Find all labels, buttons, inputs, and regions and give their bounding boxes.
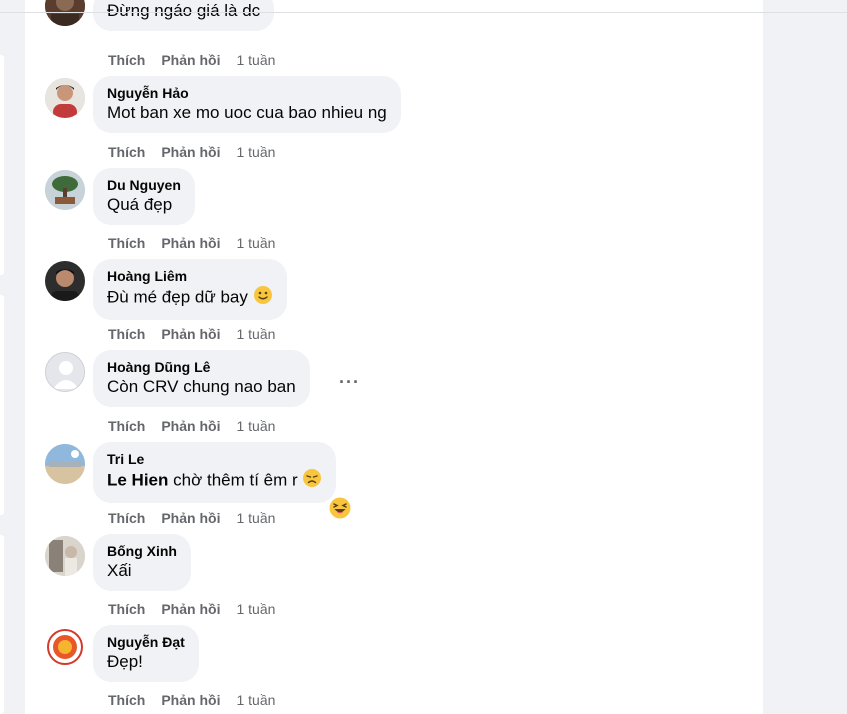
comment-text: Đừng ngáo giá là dc: [107, 1, 261, 20]
comment-text: Đù mé đẹp dữ bay: [107, 285, 273, 311]
comment-actions: Thích Phản hồi 1 tuần: [108, 417, 275, 435]
comment-bubble: Hoàng Dũng Lê Còn CRV chung nao ban: [93, 350, 310, 407]
like-button[interactable]: Thích: [108, 601, 145, 617]
like-button[interactable]: Thích: [108, 326, 145, 342]
disappointed-emoji-icon: [302, 468, 322, 494]
comment-bubble: Nguyễn Đạt Đẹp!: [93, 625, 199, 682]
smile-emoji-icon: [253, 285, 273, 311]
avatar[interactable]: [45, 170, 85, 210]
timestamp[interactable]: 1 tuần: [236, 326, 275, 342]
avatar[interactable]: [45, 536, 85, 576]
timestamp[interactable]: 1 tuần: [236, 235, 275, 251]
avatar[interactable]: [45, 444, 85, 484]
comment-actions: Thích Phản hồi 1 tuần: [108, 509, 275, 527]
avatar[interactable]: [45, 261, 85, 301]
avatar[interactable]: [45, 78, 85, 118]
commenter-name[interactable]: Hoàng Liêm: [107, 267, 273, 285]
comment-actions: Thích Phản hồi 1 tuần: [108, 600, 275, 618]
comments-panel: Đừng ngáo giá là dc Thích Phản hồi 1 tuần …: [25, 0, 763, 714]
timestamp[interactable]: 1 tuần: [236, 52, 275, 68]
comment-text: Xấi: [107, 561, 132, 580]
comment-text: Quá đẹp: [107, 195, 173, 214]
comment-actions: Thích Phản hồi 1 tuần: [108, 325, 275, 343]
commenter-name[interactable]: Nguyễn Đạt: [107, 633, 185, 651]
comment-bubble: Tri Le Le Hien chờ thêm tí êm r: [93, 442, 337, 503]
commenter-name[interactable]: Hoàng Dũng Lê: [107, 358, 296, 376]
avatar[interactable]: [45, 352, 85, 392]
avatar[interactable]: [45, 0, 85, 26]
comment-text: Le Hien chờ thêm tí êm r: [107, 468, 322, 494]
comment-text: Đẹp!: [107, 652, 143, 671]
reply-button[interactable]: Phản hồi: [161, 418, 220, 434]
comment-text: Mot ban xe mo uoc cua bao nhieu ng: [107, 103, 387, 122]
mentioned-user-link[interactable]: Le Hien: [107, 470, 168, 489]
timestamp[interactable]: 1 tuần: [236, 601, 275, 617]
reply-button[interactable]: Phản hồi: [161, 52, 220, 68]
reply-button[interactable]: Phản hồi: [161, 510, 220, 526]
comment-bubble: Nguyễn Hảo Mot ban xe mo uoc cua bao nhi…: [93, 76, 401, 133]
like-button[interactable]: Thích: [108, 692, 145, 708]
like-button[interactable]: Thích: [108, 235, 145, 251]
more-options-icon[interactable]: ···: [339, 373, 360, 391]
timestamp[interactable]: 1 tuần: [236, 418, 275, 434]
timestamp[interactable]: 1 tuần: [236, 692, 275, 708]
commenter-name[interactable]: Du Nguyen: [107, 176, 181, 194]
comment-actions: Thích Phản hồi 1 tuần: [108, 51, 275, 69]
left-divider: [0, 535, 4, 714]
comment-actions: Thích Phản hồi 1 tuần: [108, 234, 275, 252]
top-divider: [0, 12, 847, 13]
reply-button[interactable]: Phản hồi: [161, 601, 220, 617]
reply-button[interactable]: Phản hồi: [161, 235, 220, 251]
avatar[interactable]: [45, 627, 85, 667]
timestamp[interactable]: 1 tuần: [236, 510, 275, 526]
commenter-name[interactable]: Tri Le: [107, 450, 322, 468]
comment-bubble: Du Nguyen Quá đẹp: [93, 168, 195, 225]
comment-text-content: Đù mé đẹp dữ bay: [107, 287, 248, 307]
comment-text-content: chờ thêm tí êm r: [173, 470, 298, 490]
commenter-name[interactable]: Nguyễn Hảo: [107, 84, 387, 102]
left-divider: [0, 295, 4, 515]
comment-actions: Thích Phản hồi 1 tuần: [108, 143, 275, 161]
reply-button[interactable]: Phản hồi: [161, 692, 220, 708]
comment-text: Còn CRV chung nao ban: [107, 377, 296, 396]
reply-button[interactable]: Phản hồi: [161, 144, 220, 160]
haha-reaction-icon[interactable]: [327, 495, 353, 526]
comment-actions: Thích Phản hồi 1 tuần: [108, 691, 275, 709]
comment-bubble: Bống Xinh Xấi: [93, 534, 191, 591]
comment-bubble: Đừng ngáo giá là dc: [93, 0, 275, 31]
like-button[interactable]: Thích: [108, 510, 145, 526]
commenter-name[interactable]: Bống Xinh: [107, 542, 177, 560]
like-button[interactable]: Thích: [108, 144, 145, 160]
left-divider: [0, 55, 4, 275]
timestamp[interactable]: 1 tuần: [236, 144, 275, 160]
like-button[interactable]: Thích: [108, 52, 145, 68]
like-button[interactable]: Thích: [108, 418, 145, 434]
comment-bubble: Hoàng Liêm Đù mé đẹp dữ bay: [93, 259, 287, 320]
reply-button[interactable]: Phản hồi: [161, 326, 220, 342]
right-area: [763, 0, 847, 714]
